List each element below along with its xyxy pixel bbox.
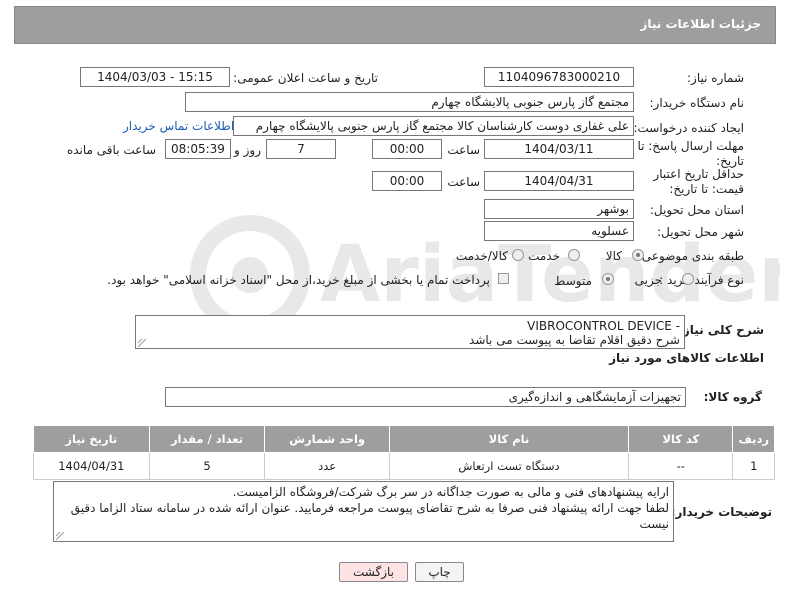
- col-header-name: نام کالا: [388, 425, 630, 453]
- goods-group-label: گروه کالا:: [703, 390, 762, 404]
- col-header-row: ردیف: [732, 425, 775, 453]
- header-bar: جزئیات اطلاعات نیاز: [14, 6, 776, 44]
- col-header-unit: واحد شمارش: [264, 425, 390, 453]
- buyer-notes-line-1: ارایه پیشنهادهای فنی و مالی به صورت جداگ…: [232, 485, 669, 499]
- description-box: VIBROCONTROL DEVICE - شرح دقیق اقلام تقا…: [135, 315, 685, 349]
- category-radio-service[interactable]: [568, 249, 580, 261]
- process-option-medium: متوسط: [554, 274, 592, 288]
- buyer-notes-label: توضیحات خریدار:: [670, 505, 772, 519]
- process-label: نوع فرآیند خرید :: [659, 273, 744, 287]
- price-validity-time-label: ساعت: [447, 175, 480, 189]
- deadline-days-label: روز و: [234, 143, 261, 157]
- deadline-time-field: 00:00: [372, 139, 442, 159]
- price-validity-time-field: 00:00: [372, 171, 442, 191]
- resize-handle-icon[interactable]: [138, 339, 146, 347]
- category-option-goods-service: کالا/خدمت: [455, 249, 508, 263]
- price-validity-date-field: 1404/04/31: [484, 171, 634, 191]
- treasury-note: پرداخت تمام یا بخشی از مبلغ خرید،از محل …: [107, 273, 490, 287]
- deadline-date-field: 1404/03/11: [484, 139, 634, 159]
- process-radio-minor[interactable]: [682, 273, 694, 285]
- category-label: طبقه بندی موضوعی:: [637, 249, 744, 263]
- remaining-time-label: ساعت باقی مانده: [66, 143, 156, 157]
- cell-row: 1: [732, 452, 775, 480]
- announce-field: 1404/03/03 - 15:15: [80, 67, 230, 87]
- need-number-label: شماره نیاز:: [687, 71, 744, 85]
- table-row[interactable]: 1 -- دستگاه تست ارتعاش عدد 5 1404/04/31: [33, 452, 775, 480]
- process-option-minor: جزیی: [634, 273, 662, 287]
- cell-name: دستگاه تست ارتعاش: [388, 452, 630, 480]
- buyer-notes-box: ارایه پیشنهادهای فنی و مالی به صورت جداگ…: [53, 481, 674, 542]
- description-line-1: VIBROCONTROL DEVICE -: [527, 319, 680, 333]
- col-header-date: تاریخ نیاز: [33, 425, 150, 453]
- need-number-field: 1104096783000210: [484, 67, 634, 87]
- col-header-qty: تعداد / مقدار: [148, 425, 266, 453]
- resize-handle-icon[interactable]: [56, 532, 64, 540]
- buyer-notes-line-2: لطفا جهت ارائه پیشنهاد فنی صرفا به شرح ت…: [70, 501, 669, 515]
- back-button[interactable]: بازگشت: [339, 562, 408, 582]
- table-header-row: ردیف کد کالا نام کالا واحد شمارش تعداد /…: [33, 425, 775, 453]
- province-field: بوشهر: [484, 199, 634, 219]
- goods-info-title: اطلاعات کالاهای مورد نیاز: [609, 351, 764, 365]
- announce-label: تاریخ و ساعت اعلان عمومی:: [233, 71, 378, 85]
- buyer-notes-line-3: نیست: [639, 517, 669, 531]
- city-label: شهر محل تحویل:: [657, 225, 744, 239]
- remaining-time-field: 08:05:39: [165, 139, 231, 159]
- deadline-label: مهلت ارسال پاسخ: تا تاریخ:: [637, 139, 744, 168]
- goods-group-field: تجهیزات آزمایشگاهی و اندازه‌گیری: [165, 387, 686, 407]
- city-field: عسلویه: [484, 221, 634, 241]
- treasury-checkbox[interactable]: [498, 273, 509, 284]
- requester-label: ایجاد کننده درخواست:: [633, 121, 744, 135]
- print-button[interactable]: چاپ: [415, 562, 464, 582]
- cell-code: --: [628, 452, 734, 480]
- process-radio-medium[interactable]: [602, 273, 614, 285]
- description-label: شرح کلی نیاز:: [678, 323, 764, 337]
- col-header-code: کد کالا: [628, 425, 734, 453]
- price-validity-label: حداقل تاریخ اعتبار قیمت: تا تاریخ:: [653, 167, 744, 196]
- province-label: استان محل تحویل:: [649, 203, 744, 217]
- cell-date: 1404/04/31: [33, 452, 150, 480]
- category-radio-goods[interactable]: [632, 249, 644, 261]
- category-radio-goods-service[interactable]: [512, 249, 524, 261]
- buyer-org-field: مجتمع گاز پارس جنوبی پالایشگاه چهارم: [185, 92, 634, 112]
- requester-field: علی غفاری دوست کارشناسان کالا مجتمع گاز …: [233, 116, 634, 136]
- category-option-service: خدمت: [528, 249, 560, 263]
- cell-unit: عدد: [264, 452, 390, 480]
- description-line-2: شرح دقیق اقلام تقاضا به پیوست می باشد: [469, 333, 680, 347]
- deadline-days-field: 7: [266, 139, 336, 159]
- buyer-org-label: نام دستگاه خریدار:: [649, 96, 745, 110]
- goods-table: ردیف کد کالا نام کالا واحد شمارش تعداد /…: [33, 425, 775, 480]
- deadline-time-label: ساعت: [447, 143, 480, 157]
- buyer-contact-link[interactable]: اطلاعات تماس خریدار: [123, 119, 234, 133]
- page-title: جزئیات اطلاعات نیاز: [640, 17, 761, 31]
- category-option-goods: کالا: [605, 249, 622, 263]
- cell-qty: 5: [148, 452, 266, 480]
